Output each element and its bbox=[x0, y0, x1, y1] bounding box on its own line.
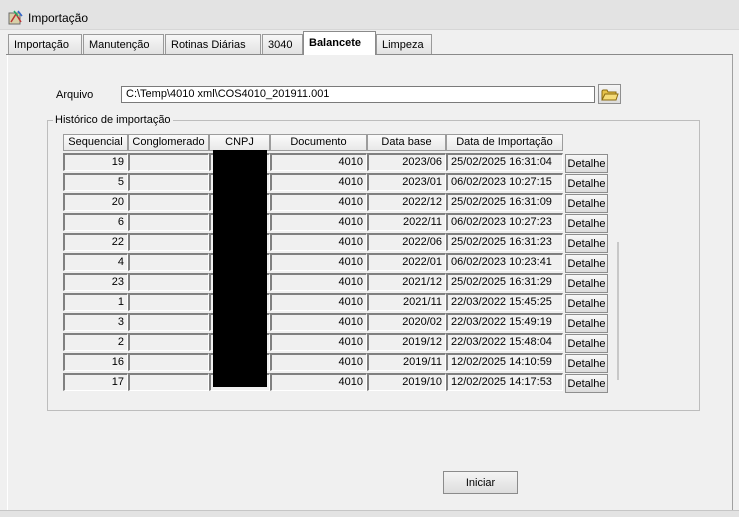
cell-sequencial: 6 bbox=[63, 213, 128, 231]
cell-conglomerado bbox=[128, 293, 209, 311]
browse-button[interactable] bbox=[598, 84, 621, 104]
cell-conglomerado bbox=[128, 333, 209, 351]
cell-documento: 4010 bbox=[270, 173, 367, 191]
historico-title: Histórico de importação bbox=[53, 114, 173, 126]
cell-documento: 4010 bbox=[270, 213, 367, 231]
col-header-cnpj[interactable]: CNPJ bbox=[209, 134, 270, 151]
col-header-data-importacao[interactable]: Data de Importação bbox=[446, 134, 563, 151]
arquivo-input[interactable]: C:\Temp\4010 xml\COS4010_201911.001 bbox=[121, 86, 595, 103]
cell-data-base: 2021/11 bbox=[367, 293, 446, 311]
cell-data-importacao: 22/03/2022 15:48:04 bbox=[446, 333, 563, 351]
tab-limpeza[interactable]: Limpeza bbox=[376, 34, 432, 54]
detalhe-button[interactable]: Detalhe bbox=[565, 354, 608, 373]
cell-data-importacao: 12/02/2025 14:17:53 bbox=[446, 373, 563, 391]
col-header-documento[interactable]: Documento bbox=[270, 134, 367, 151]
cell-data-base: 2023/01 bbox=[367, 173, 446, 191]
col-header-sequencial[interactable]: Sequencial bbox=[63, 134, 128, 151]
vertical-scrollbar[interactable] bbox=[617, 242, 619, 380]
cell-conglomerado bbox=[128, 273, 209, 291]
detalhe-button[interactable]: Detalhe bbox=[565, 234, 608, 253]
cell-conglomerado bbox=[128, 253, 209, 271]
detalhe-button[interactable]: Detalhe bbox=[565, 194, 608, 213]
cell-data-importacao: 25/02/2025 16:31:23 bbox=[446, 233, 563, 251]
window-bottom-frame bbox=[0, 510, 739, 517]
cell-data-importacao: 12/02/2025 14:10:59 bbox=[446, 353, 563, 371]
cell-documento: 4010 bbox=[270, 373, 367, 391]
cell-data-base: 2019/12 bbox=[367, 333, 446, 351]
folder-icon bbox=[601, 89, 619, 101]
cell-data-base: 2021/12 bbox=[367, 273, 446, 291]
cell-data-base: 2019/11 bbox=[367, 353, 446, 371]
detalhe-button[interactable]: Detalhe bbox=[565, 254, 608, 273]
cell-data-importacao: 06/02/2023 10:23:41 bbox=[446, 253, 563, 271]
cell-sequencial: 2 bbox=[63, 333, 128, 351]
cell-conglomerado bbox=[128, 313, 209, 331]
cell-sequencial: 3 bbox=[63, 313, 128, 331]
window-title: Importação bbox=[28, 11, 89, 25]
detalhe-button[interactable]: Detalhe bbox=[565, 374, 608, 393]
cnpj-redaction bbox=[213, 150, 267, 387]
cell-sequencial: 4 bbox=[63, 253, 128, 271]
cell-documento: 4010 bbox=[270, 253, 367, 271]
cell-sequencial: 22 bbox=[63, 233, 128, 251]
cell-data-importacao: 06/02/2023 10:27:23 bbox=[446, 213, 563, 231]
title-bar bbox=[0, 0, 739, 30]
cell-data-importacao: 25/02/2025 16:31:29 bbox=[446, 273, 563, 291]
app-icon bbox=[8, 10, 23, 25]
cell-data-base: 2019/10 bbox=[367, 373, 446, 391]
cell-data-importacao: 22/03/2022 15:45:25 bbox=[446, 293, 563, 311]
arquivo-label: Arquivo bbox=[56, 89, 94, 101]
cell-data-importacao: 25/02/2025 16:31:04 bbox=[446, 153, 563, 171]
col-header-conglomerado[interactable]: Conglomerado bbox=[128, 134, 209, 151]
cell-documento: 4010 bbox=[270, 293, 367, 311]
cell-documento: 4010 bbox=[270, 313, 367, 331]
cell-data-base: 2020/02 bbox=[367, 313, 446, 331]
tab-importacao[interactable]: Importação bbox=[8, 34, 82, 54]
cell-conglomerado bbox=[128, 353, 209, 371]
cell-documento: 4010 bbox=[270, 153, 367, 171]
cell-data-importacao: 22/03/2022 15:49:19 bbox=[446, 313, 563, 331]
cell-conglomerado bbox=[128, 153, 209, 171]
detalhe-button[interactable]: Detalhe bbox=[565, 174, 608, 193]
cell-data-base: 2022/01 bbox=[367, 253, 446, 271]
cell-data-base: 2023/06 bbox=[367, 153, 446, 171]
tab-rotinas-diarias[interactable]: Rotinas Diárias bbox=[165, 34, 261, 54]
cell-conglomerado bbox=[128, 373, 209, 391]
cell-documento: 4010 bbox=[270, 333, 367, 351]
cell-data-base: 2022/06 bbox=[367, 233, 446, 251]
cell-documento: 4010 bbox=[270, 193, 367, 211]
cell-conglomerado bbox=[128, 213, 209, 231]
cell-documento: 4010 bbox=[270, 353, 367, 371]
cell-sequencial: 5 bbox=[63, 173, 128, 191]
cell-data-base: 2022/12 bbox=[367, 193, 446, 211]
cell-conglomerado bbox=[128, 193, 209, 211]
detalhe-button[interactable]: Detalhe bbox=[565, 314, 608, 333]
cell-sequencial: 19 bbox=[63, 153, 128, 171]
cell-sequencial: 20 bbox=[63, 193, 128, 211]
cell-data-base: 2022/11 bbox=[367, 213, 446, 231]
col-header-data-base[interactable]: Data base bbox=[367, 134, 446, 151]
cell-conglomerado bbox=[128, 233, 209, 251]
detalhe-button[interactable]: Detalhe bbox=[565, 214, 608, 233]
cell-sequencial: 23 bbox=[63, 273, 128, 291]
tab-manutencao[interactable]: Manutenção bbox=[83, 34, 164, 54]
cell-conglomerado bbox=[128, 173, 209, 191]
tab-balancete[interactable]: Balancete bbox=[303, 31, 376, 55]
cell-data-importacao: 25/02/2025 16:31:09 bbox=[446, 193, 563, 211]
cell-sequencial: 17 bbox=[63, 373, 128, 391]
cell-data-importacao: 06/02/2023 10:27:15 bbox=[446, 173, 563, 191]
detalhe-button[interactable]: Detalhe bbox=[565, 294, 608, 313]
detalhe-button[interactable]: Detalhe bbox=[565, 154, 608, 173]
tab-3040[interactable]: 3040 bbox=[262, 34, 303, 54]
cell-sequencial: 1 bbox=[63, 293, 128, 311]
detalhe-button[interactable]: Detalhe bbox=[565, 334, 608, 353]
cell-sequencial: 16 bbox=[63, 353, 128, 371]
detalhe-button[interactable]: Detalhe bbox=[565, 274, 608, 293]
cell-documento: 4010 bbox=[270, 273, 367, 291]
iniciar-button[interactable]: Iniciar bbox=[443, 471, 518, 494]
cell-documento: 4010 bbox=[270, 233, 367, 251]
